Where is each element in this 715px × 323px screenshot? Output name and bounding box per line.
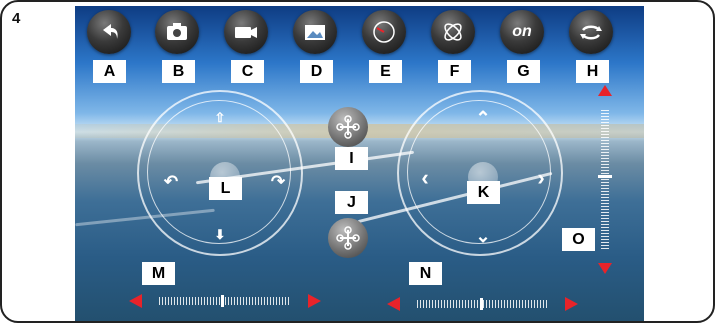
return-arrow-icon xyxy=(103,24,118,39)
rotate-icon xyxy=(580,25,602,40)
left-trim-left-arrow[interactable] xyxy=(129,294,142,308)
right-trim-thumb[interactable] xyxy=(480,298,483,310)
on-icon: on xyxy=(512,23,532,40)
yaw-right-icon: ↷ xyxy=(270,172,286,191)
gallery-button[interactable] xyxy=(293,10,337,54)
label-k: K xyxy=(467,181,500,204)
label-m: M xyxy=(142,262,175,285)
label-f: F xyxy=(438,60,471,83)
left-chevron-icon: ‹ xyxy=(421,165,429,190)
forward-chevron-icon: ⌃ xyxy=(475,107,491,128)
label-a: A xyxy=(93,60,126,83)
figure-number: 4 xyxy=(12,10,21,27)
vertical-trim-up-arrow[interactable] xyxy=(598,85,612,96)
yaw-left-icon: ↶ xyxy=(163,172,179,191)
gauge-button[interactable] xyxy=(362,10,406,54)
video-button[interactable] xyxy=(224,10,268,54)
throttle-down-icon: ⬇ xyxy=(214,227,226,242)
backward-chevron-icon: ⌄ xyxy=(475,225,491,246)
label-g: G xyxy=(507,60,540,83)
camera-icon xyxy=(167,23,187,40)
label-i: I xyxy=(335,147,368,170)
right-chevron-icon: › xyxy=(537,165,545,190)
label-o: O xyxy=(562,228,595,251)
label-d: D xyxy=(300,60,333,83)
gallery-icon xyxy=(305,25,325,40)
label-e: E xyxy=(369,60,402,83)
left-trim-track[interactable] xyxy=(159,297,289,305)
video-camera-icon xyxy=(235,27,257,38)
label-l: L xyxy=(209,177,242,200)
throttle-up-icon: ⇧ xyxy=(214,110,226,125)
takeoff-button[interactable] xyxy=(328,107,368,147)
rotate-button[interactable] xyxy=(569,10,613,54)
drone-up-icon xyxy=(336,115,360,139)
drone-down-icon xyxy=(336,226,360,250)
right-trim-right-arrow[interactable] xyxy=(565,297,578,311)
label-h: H xyxy=(576,60,609,83)
left-trim-thumb[interactable] xyxy=(221,295,224,307)
left-trim-right-arrow[interactable] xyxy=(308,294,321,308)
vertical-trim-track[interactable] xyxy=(601,110,609,250)
right-trim-left-arrow[interactable] xyxy=(387,297,400,311)
label-n: N xyxy=(409,262,442,285)
gyro-button[interactable] xyxy=(431,10,475,54)
gyro-icon xyxy=(444,23,462,41)
gauge-icon xyxy=(373,21,395,43)
photo-button[interactable] xyxy=(155,10,199,54)
on-button[interactable]: on xyxy=(500,10,544,54)
label-b: B xyxy=(162,60,195,83)
label-c: C xyxy=(231,60,264,83)
label-j: J xyxy=(335,191,368,214)
figure-frame: 4 on ⇧ ⬇ ↶ ↷ ⌃ ⌄ ‹ › A B C D E F G H L K… xyxy=(0,0,715,323)
return-button[interactable] xyxy=(87,10,131,54)
landing-button[interactable] xyxy=(328,218,368,258)
vertical-trim-thumb[interactable] xyxy=(598,175,612,178)
vertical-trim-down-arrow[interactable] xyxy=(598,263,612,274)
